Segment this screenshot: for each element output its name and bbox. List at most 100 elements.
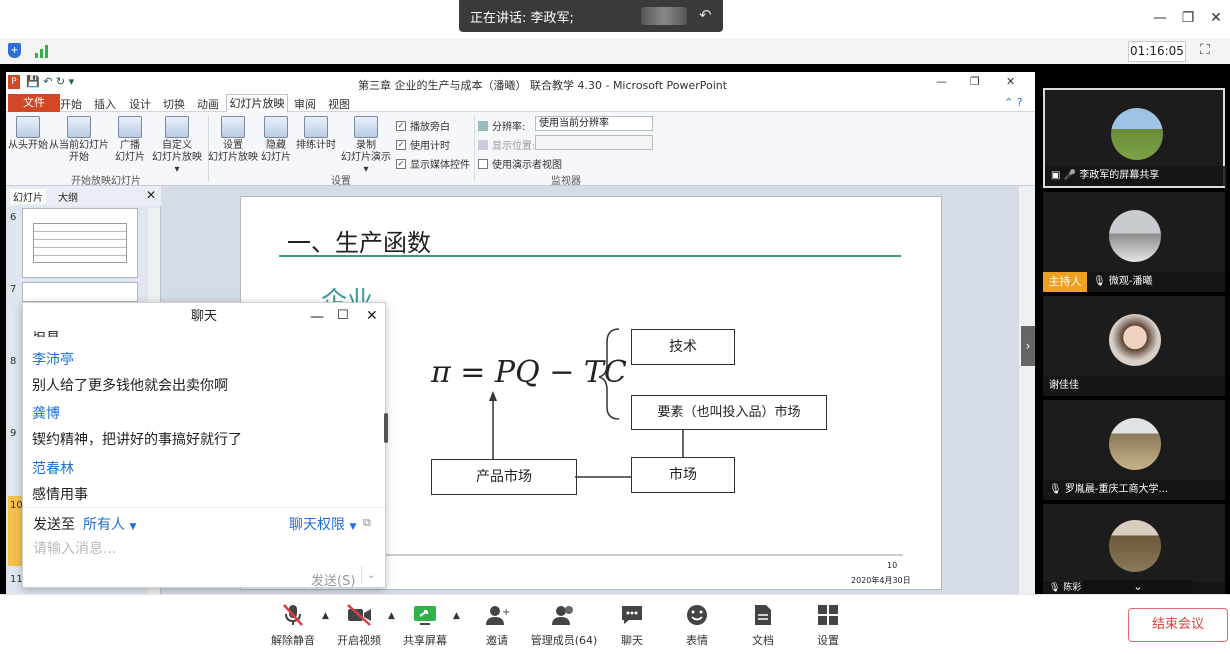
settings-button[interactable]: 设置 — [793, 603, 863, 648]
tab-design[interactable]: 设计 — [129, 96, 151, 112]
chat-message-text: 语音 — [32, 331, 60, 340]
video-tile[interactable]: 🎙 陈彩 ⌄ — [1043, 504, 1225, 594]
send-options-icon[interactable]: ⌄ — [367, 570, 375, 581]
chat-sender: 李沛亭 — [32, 352, 74, 368]
checkbox-unchecked — [478, 158, 488, 169]
restore-icon[interactable]: ❐ — [1178, 10, 1198, 28]
tab-review[interactable]: 审阅 — [294, 96, 316, 112]
manage-members-button[interactable]: 管理成员(64) — [528, 603, 600, 648]
send-to-select[interactable]: 所有人 ▼ — [83, 514, 136, 534]
chat-close-icon[interactable]: ✕ — [366, 308, 378, 324]
button-label: 录制 — [356, 140, 376, 151]
end-meeting-button[interactable]: 结束会议 — [1128, 608, 1228, 642]
message-input[interactable]: 请输入消息... — [33, 538, 116, 558]
record-show-button[interactable]: 录制 幻灯片演示 ▾ — [338, 116, 394, 176]
muted-mic-icon: 🎙 — [1049, 583, 1064, 593]
unmute-button[interactable]: 解除静音 — [258, 603, 328, 648]
avatar — [1111, 108, 1163, 160]
share-screen-icon — [414, 606, 436, 625]
show-on-select[interactable] — [535, 135, 653, 150]
scroll-down-icon[interactable]: ⌄ — [1083, 580, 1193, 594]
hide-slide-button[interactable]: 隐藏 幻灯片 — [258, 116, 294, 164]
chat-popout-icon[interactable]: ⧉ — [363, 516, 371, 530]
tab-slideshow[interactable]: 幻灯片放映 — [226, 94, 288, 113]
chat-minimize-icon[interactable]: — — [310, 309, 324, 325]
media-controls-checkbox[interactable]: ✓ 显示媒体控件 — [396, 156, 470, 171]
chat-messages: 语音 李沛亭 别人给了更多钱他就会出卖你啊 龚博 锲约精神，把讲好的事搞好就行了… — [23, 331, 385, 507]
share-options-caret[interactable]: ▲ — [453, 611, 460, 621]
tool-label: 设置 — [817, 634, 839, 647]
video-tile[interactable]: ▣ 🎤 李政军的屏幕共享 — [1043, 88, 1227, 188]
thumbnail-tabs: 幻灯片 大纲 ✕ — [6, 186, 161, 206]
chat-sender: 范春林 — [32, 461, 74, 477]
monitor-icon — [478, 120, 488, 131]
host-badge: 主持人 — [1043, 272, 1087, 292]
close-icon[interactable]: ✕ — [1206, 10, 1226, 28]
label-text: 分辨率: — [492, 122, 526, 133]
slide-page-number: 10 — [887, 561, 898, 570]
chat-scrollbar[interactable] — [384, 413, 388, 443]
tab-insert[interactable]: 插入 — [94, 96, 116, 112]
dropdown-icon: ▼ — [349, 522, 357, 532]
tab-slides[interactable]: 幻灯片 — [10, 189, 46, 204]
network-signal-icon[interactable] — [35, 44, 49, 58]
participant-name: 🎙 罗胤晨-重庆工商大学... — [1043, 480, 1225, 500]
permission-label: 聊天权限 — [289, 517, 345, 533]
tab-outline[interactable]: 大纲 — [58, 189, 78, 204]
presenter-view-checkbox[interactable]: 使用演示者视图 — [478, 156, 562, 171]
slide-thumbnail[interactable] — [22, 282, 138, 302]
start-video-button[interactable]: 开启视频 — [324, 603, 394, 648]
expand-panel-icon[interactable]: › — [1021, 326, 1035, 366]
collapse-icon[interactable]: ↶ — [699, 6, 712, 24]
slide-thumbnail[interactable] — [22, 208, 138, 278]
button-label: 隐藏 — [266, 140, 286, 151]
custom-show-button[interactable]: 自定义 幻灯片放映 ▾ — [148, 116, 206, 176]
setup-icon — [221, 116, 245, 138]
button-label: 排练计时 — [296, 140, 336, 151]
checkbox-checked: ✓ — [396, 139, 406, 150]
divider — [361, 566, 362, 584]
minimize-icon[interactable]: — — [1150, 10, 1170, 28]
ppt-close-icon[interactable]: ✕ — [1006, 75, 1015, 88]
send-button[interactable]: 发送(S) — [311, 570, 355, 589]
ppt-minimize-icon[interactable]: — — [936, 75, 947, 88]
tab-file[interactable]: 文件 — [8, 94, 60, 112]
rehearse-timings-button[interactable]: 排练计时 — [294, 116, 338, 152]
chat-button[interactable]: 聊天 — [597, 603, 667, 648]
from-current-slide-button[interactable]: 从当前幻灯片 开始 — [48, 116, 110, 164]
participant-label: 陈彩 — [1063, 583, 1082, 593]
use-timings-checkbox[interactable]: ✓ 使用计时 — [396, 137, 450, 152]
slide-number: 10 — [10, 500, 23, 511]
documents-button[interactable]: 文档 — [728, 603, 798, 648]
invite-button[interactable]: + 邀请 — [462, 603, 532, 648]
emoji-button[interactable]: 表情 — [662, 603, 732, 648]
share-screen-button[interactable]: 共享屏幕 — [390, 603, 460, 648]
avatar — [1109, 314, 1161, 366]
security-shield-icon[interactable]: + — [8, 43, 21, 58]
chat-message-text: 感情用事 — [32, 487, 88, 503]
dropdown-icon: ▼ — [129, 522, 137, 532]
broadcast-button[interactable]: 广播 幻灯片 — [112, 116, 148, 164]
tab-transitions[interactable]: 切换 — [163, 96, 185, 112]
members-icon — [552, 606, 573, 625]
tab-animations[interactable]: 动画 — [197, 96, 219, 112]
video-tile[interactable]: 🎙 微观-潘曦 主持人 — [1043, 192, 1225, 292]
quick-access-toolbar[interactable]: 💾 ↶ ↻ ▾ — [26, 75, 74, 88]
fullscreen-icon[interactable]: ⛶ — [1200, 42, 1210, 58]
video-tile[interactable]: 谢佳佳 — [1043, 296, 1225, 396]
setup-show-button[interactable]: 设置 幻灯片放映 — [208, 116, 258, 164]
label-text: 显示位置: — [492, 141, 536, 152]
resolution-select[interactable]: 使用当前分辨率 — [535, 116, 653, 131]
slide-scrollbar[interactable] — [1019, 186, 1035, 594]
help-icon[interactable]: ⌃ ? — [1004, 96, 1023, 109]
play-narration-checkbox[interactable]: ✓ 播放旁白 — [396, 118, 450, 133]
chat-maximize-icon[interactable]: ☐ — [337, 308, 349, 323]
custom-show-icon — [165, 116, 189, 138]
tab-view[interactable]: 视图 — [328, 96, 350, 112]
close-pane-icon[interactable]: ✕ — [146, 188, 156, 202]
tab-home[interactable]: 开始 — [60, 96, 82, 112]
chat-permission-button[interactable]: 聊天权限 ▼ — [289, 514, 356, 534]
video-tile[interactable]: 🎙 罗胤晨-重庆工商大学... — [1043, 400, 1225, 500]
from-beginning-button[interactable]: 从头开始 — [8, 116, 48, 152]
ppt-restore-icon[interactable]: ❐ — [970, 75, 980, 88]
